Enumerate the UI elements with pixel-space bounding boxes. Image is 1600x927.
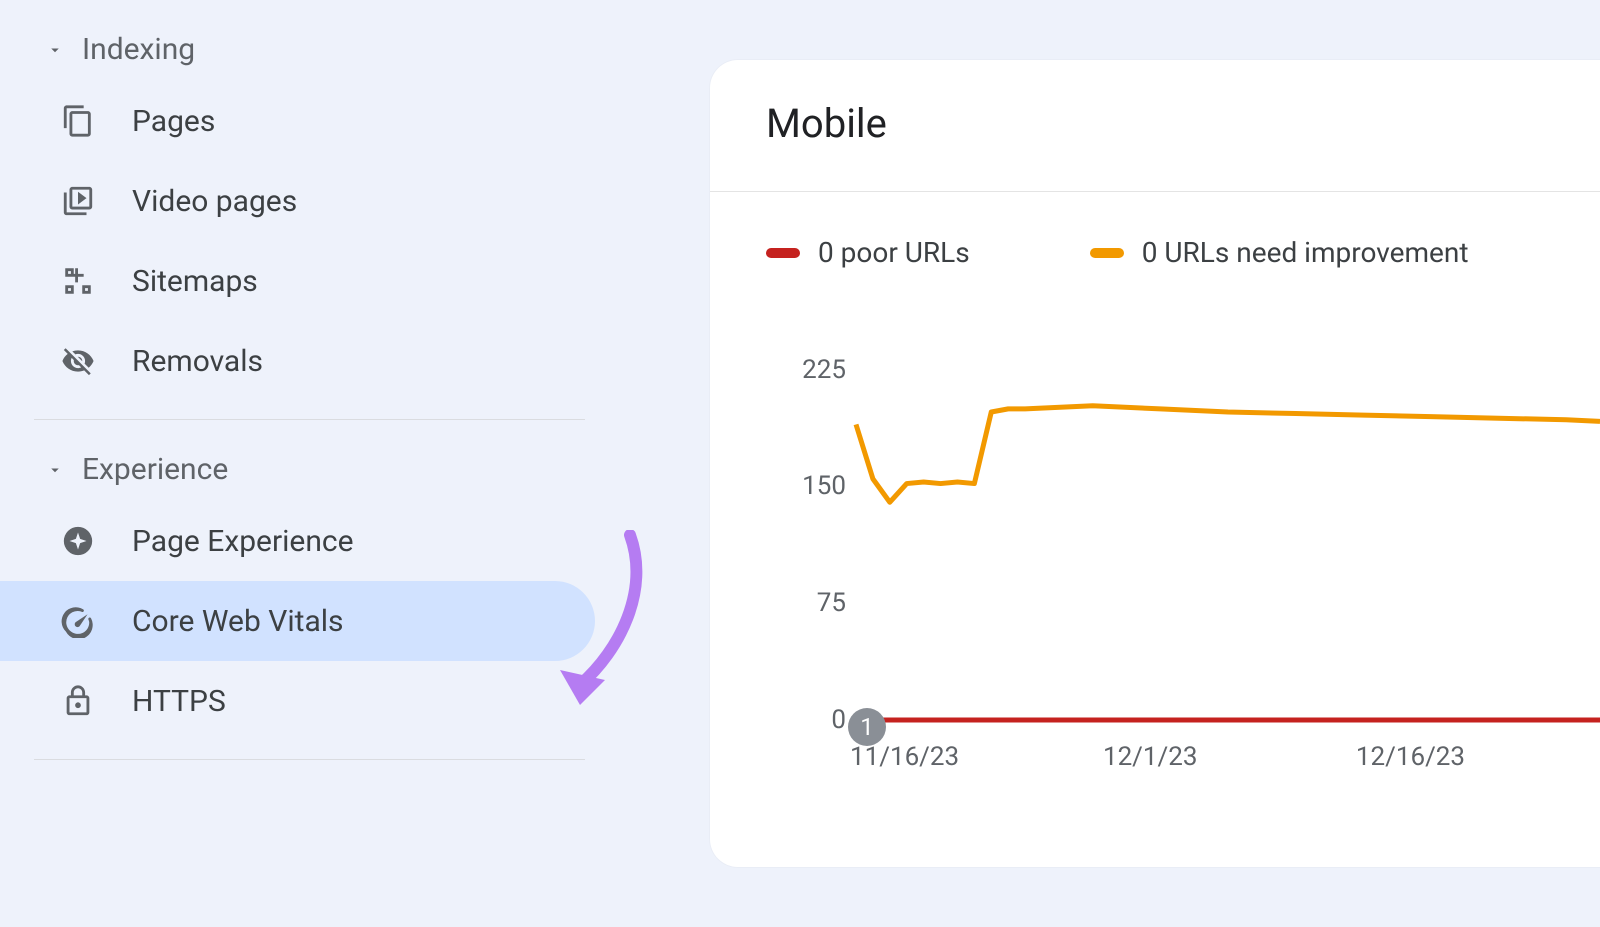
nav-label: Removals bbox=[132, 344, 263, 379]
nav-label: Sitemaps bbox=[132, 264, 258, 299]
nav-label: HTTPS bbox=[132, 684, 226, 719]
chart-series-line bbox=[856, 406, 1600, 502]
legend-item-needs-improvement[interactable]: 0 URLs need improvement bbox=[1090, 236, 1469, 269]
video-pages-icon bbox=[60, 183, 96, 219]
lock-icon bbox=[60, 683, 96, 719]
pages-icon bbox=[60, 103, 96, 139]
section-label: Experience bbox=[82, 452, 228, 487]
chevron-down-icon bbox=[46, 40, 64, 60]
y-tick: 150 bbox=[776, 471, 846, 501]
x-tick: 12/1/23 bbox=[1103, 742, 1198, 772]
section-label: Indexing bbox=[82, 32, 195, 67]
nav-label: Page Experience bbox=[132, 524, 354, 559]
nav-label: Core Web Vitals bbox=[132, 604, 344, 639]
y-tick: 225 bbox=[776, 355, 846, 385]
speed-icon bbox=[60, 603, 96, 639]
sidebar-item-removals[interactable]: Removals bbox=[0, 321, 595, 401]
nav-label: Pages bbox=[132, 104, 215, 139]
sidebar-item-sitemaps[interactable]: Sitemaps bbox=[0, 241, 595, 321]
sidebar-item-core-web-vitals[interactable]: Core Web Vitals bbox=[0, 581, 595, 661]
main-content: Mobile 0 poor URLs 0 URLs need improveme… bbox=[625, 0, 1600, 927]
sidebar-item-pages[interactable]: Pages bbox=[0, 81, 595, 161]
legend-label: 0 poor URLs bbox=[818, 236, 970, 269]
sidebar-item-https[interactable]: HTTPS bbox=[0, 661, 595, 741]
x-tick: 11/16/23 bbox=[850, 742, 959, 772]
chart-svg bbox=[856, 370, 1600, 720]
chart-legend: 0 poor URLs 0 URLs need improvement bbox=[710, 192, 1600, 269]
removals-icon bbox=[60, 343, 96, 379]
chevron-down-icon bbox=[46, 460, 64, 480]
y-tick: 0 bbox=[776, 705, 846, 735]
section-header-experience[interactable]: Experience bbox=[0, 438, 625, 501]
legend-swatch-poor bbox=[766, 248, 800, 258]
sidebar-item-page-experience[interactable]: Page Experience bbox=[0, 501, 595, 581]
cwv-line-chart[interactable]: 225 150 75 0 1 11/16/23 12/1/23 12/16/23 bbox=[766, 360, 1600, 827]
divider bbox=[34, 759, 585, 760]
card-title: Mobile bbox=[710, 100, 1600, 192]
plot-area bbox=[856, 370, 1600, 720]
x-tick: 12/16/23 bbox=[1356, 742, 1465, 772]
sidebar-item-video-pages[interactable]: Video pages bbox=[0, 161, 595, 241]
sparkle-icon bbox=[60, 523, 96, 559]
sidebar: Indexing Pages Video pages Sitemaps Remo… bbox=[0, 0, 625, 927]
legend-swatch-needs-improvement bbox=[1090, 248, 1124, 258]
legend-item-poor[interactable]: 0 poor URLs bbox=[766, 236, 970, 269]
event-badge[interactable]: 1 bbox=[848, 708, 886, 746]
nav-label: Video pages bbox=[132, 184, 297, 219]
legend-label: 0 URLs need improvement bbox=[1142, 236, 1469, 269]
sitemaps-icon bbox=[60, 263, 96, 299]
mobile-cwv-card: Mobile 0 poor URLs 0 URLs need improveme… bbox=[710, 60, 1600, 867]
section-header-indexing[interactable]: Indexing bbox=[0, 18, 625, 81]
divider bbox=[34, 419, 585, 420]
y-tick: 75 bbox=[776, 588, 846, 618]
